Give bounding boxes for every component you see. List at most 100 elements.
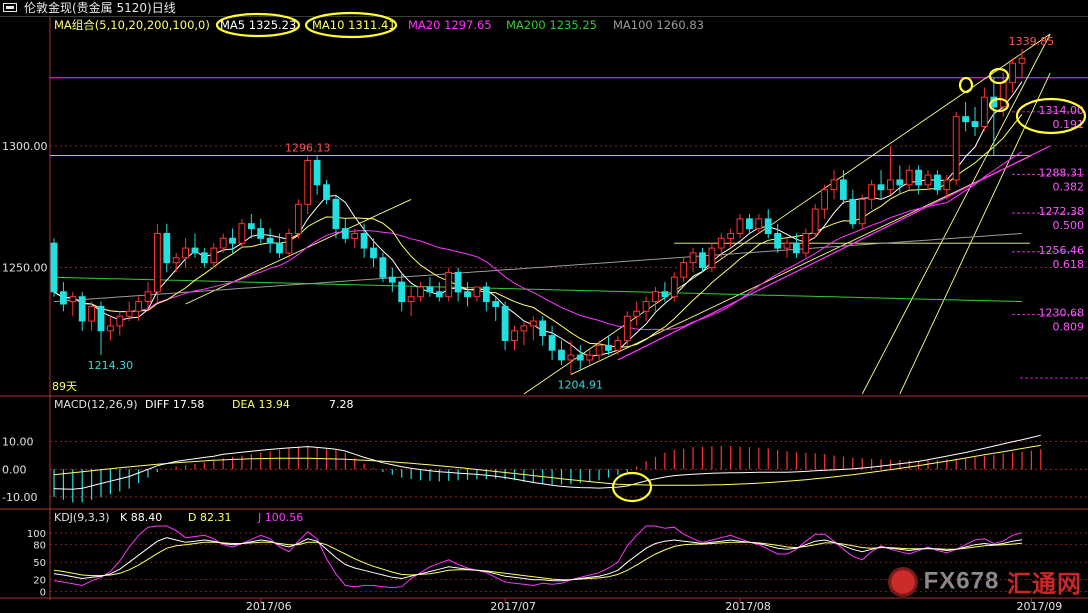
candle-down <box>501 305 509 341</box>
candle-up <box>905 169 913 186</box>
candle-down <box>247 223 255 230</box>
fib-ratio-label: 0.618 <box>1053 258 1085 271</box>
candle-up <box>294 203 302 235</box>
candle-up <box>717 237 725 249</box>
ma10-line <box>53 113 1023 348</box>
watermark-text: FX678 <box>923 567 1000 595</box>
candle-up <box>755 218 763 230</box>
candle-up <box>473 286 481 298</box>
candle-up <box>351 233 359 239</box>
candle-down <box>276 242 283 254</box>
fib-ratio-label: 0.382 <box>1053 180 1085 193</box>
candle-down <box>539 320 547 337</box>
candle-down <box>229 237 236 244</box>
fib-ratio-label: 0.809 <box>1053 321 1085 334</box>
annotation-circle-ma5 <box>215 12 301 38</box>
candle-down <box>576 354 584 361</box>
candle-up <box>680 262 688 278</box>
watermark: FX678 汇通网 <box>887 564 1082 599</box>
candle-down <box>774 233 782 249</box>
candle-up <box>802 233 810 254</box>
candle-up <box>238 223 246 244</box>
date-axis-label: 2017/07 <box>490 600 536 613</box>
candle-down <box>370 247 377 259</box>
peak-price-label: 1296.13 <box>285 142 331 155</box>
candle-up <box>811 208 819 234</box>
kdj-axis-label: 100 <box>27 529 46 540</box>
candle-down <box>915 169 923 186</box>
macd-diff-line <box>53 434 1041 490</box>
candle-up <box>567 354 575 361</box>
candle-up <box>981 96 988 127</box>
candle-down <box>454 271 462 293</box>
fib-price-label: 1288.31 <box>1039 166 1085 179</box>
candle-up <box>445 271 453 298</box>
candle-down <box>60 291 67 305</box>
kdj-axis-label: 0 <box>40 587 46 598</box>
candle-down <box>201 252 208 264</box>
candle-down <box>840 179 847 200</box>
candle-up <box>407 296 415 303</box>
candle-up <box>708 247 716 269</box>
candle-up <box>511 330 518 341</box>
candle-down <box>435 291 443 298</box>
candle-down <box>78 296 86 322</box>
annotation-circle-candle <box>958 76 974 94</box>
price-chart[interactable]: 1300.001250.001314.000.1911288.310.38212… <box>0 0 1088 613</box>
candle-down <box>877 184 885 191</box>
candle-down <box>661 291 669 298</box>
candle-down <box>426 286 434 293</box>
candle-up <box>69 296 77 303</box>
kdj-k-line <box>53 537 1023 582</box>
macd-dea-line <box>53 444 1041 486</box>
date-axis-label: 2017/08 <box>725 600 771 613</box>
fib-price-label: 1272.38 <box>1039 205 1085 218</box>
candle-down <box>163 233 171 264</box>
low-price-label: 1204.91 <box>558 379 604 392</box>
candle-up <box>999 82 1007 108</box>
candle-up <box>830 179 838 191</box>
candle-down <box>191 247 199 254</box>
candle-down <box>266 237 274 244</box>
high-price-label: 1339.85 <box>1009 35 1055 48</box>
candle-down <box>896 179 904 186</box>
candle-up <box>943 179 951 191</box>
candle-down <box>332 198 340 230</box>
candle-up <box>529 320 537 327</box>
candle-up <box>868 184 876 200</box>
candle-down <box>746 218 753 230</box>
candle-up <box>586 354 594 361</box>
candle-up <box>172 257 180 264</box>
candle-down <box>492 301 500 308</box>
candle-down <box>398 281 406 303</box>
candle-up <box>144 291 152 302</box>
candle-down <box>764 218 772 234</box>
candle-down <box>360 233 368 249</box>
ma5-line <box>53 81 1023 357</box>
fib-price-label: 1256.46 <box>1039 244 1085 257</box>
candle-down <box>849 198 857 225</box>
kdj-axis-label: 80 <box>33 541 46 552</box>
candle-up <box>858 198 866 225</box>
candle-up <box>887 179 894 191</box>
fan-line <box>861 33 1051 395</box>
macd-axis-label: 10.00 <box>2 436 34 449</box>
candle-down <box>464 291 471 298</box>
candle-down <box>50 242 58 293</box>
annotation-circle-candle <box>988 67 1010 85</box>
candle-down <box>257 228 265 239</box>
low-price-label: 1214.30 <box>88 359 134 372</box>
candle-up <box>652 291 659 302</box>
candle-up <box>135 301 142 312</box>
candle-down <box>962 116 970 123</box>
kdj-axis-label: 50 <box>33 558 46 569</box>
candle-up <box>1018 57 1026 64</box>
annotation-circle-ma10 <box>304 11 398 39</box>
candle-up <box>107 325 114 332</box>
candle-up <box>924 174 932 186</box>
macd-axis-label: -10.00 <box>2 491 37 504</box>
macd-axis-label: 0.00 <box>2 463 27 476</box>
candle-up <box>952 116 960 181</box>
candle-down <box>548 335 556 351</box>
candle-up <box>670 276 678 298</box>
